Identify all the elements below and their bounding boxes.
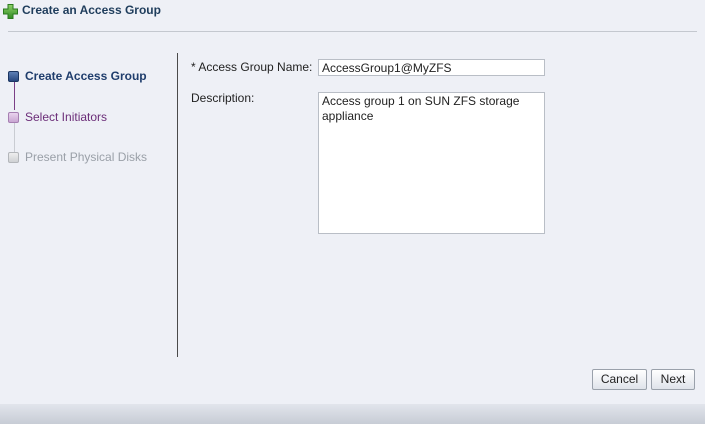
step-label[interactable]: Select Initiators <box>25 110 107 124</box>
train-connector <box>14 123 15 153</box>
step-disabled-marker-icon <box>8 152 19 163</box>
step-current-marker-icon <box>8 71 19 82</box>
next-button[interactable]: Next <box>651 369 695 390</box>
dialog-footer <box>0 404 705 424</box>
dialog-title: Create an Access Group <box>22 3 161 17</box>
access-group-name-input[interactable] <box>318 59 545 76</box>
cancel-button[interactable]: Cancel <box>592 369 647 390</box>
step-train: Create Access Group Select Initiators Pr… <box>0 60 176 180</box>
dialog-title-bar: Create an Access Group <box>0 0 705 32</box>
panel-divider <box>177 53 178 357</box>
step-next-marker-icon[interactable] <box>8 112 19 123</box>
title-divider <box>8 31 697 32</box>
step-label: Present Physical Disks <box>25 150 148 164</box>
access-group-name-label: * Access Group Name: <box>191 60 313 74</box>
description-textarea[interactable]: Access group 1 on SUN ZFS storage applia… <box>318 92 545 234</box>
train-connector <box>14 82 15 110</box>
step-label: Create Access Group <box>25 69 147 83</box>
description-label: Description: <box>191 91 255 105</box>
add-icon <box>3 4 18 19</box>
